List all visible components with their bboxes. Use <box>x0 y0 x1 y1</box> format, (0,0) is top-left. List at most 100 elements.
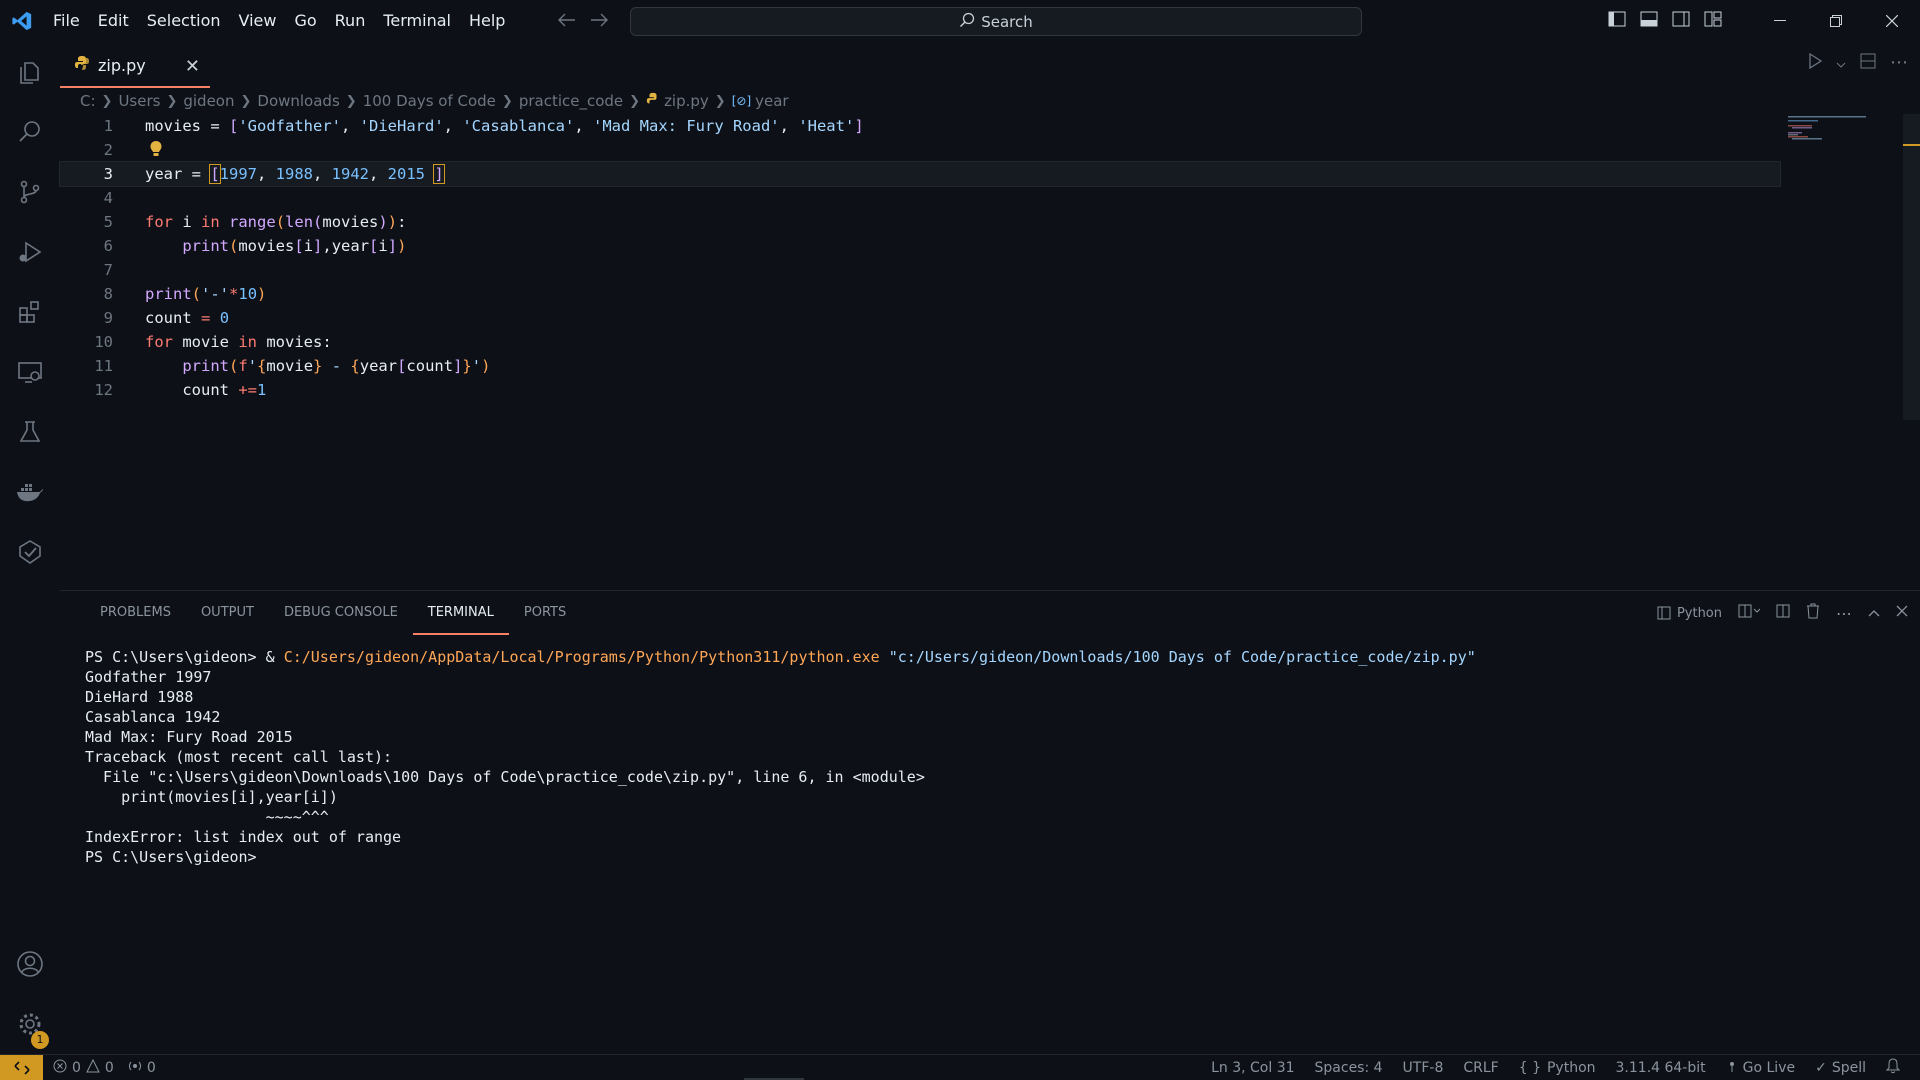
spell-check-button[interactable]: ✓ Spell <box>1815 1060 1866 1076</box>
code-text: count +=1 <box>145 381 267 399</box>
go-live-label: Go Live <box>1742 1060 1796 1076</box>
close-window-button[interactable] <box>1864 0 1920 42</box>
menu-file[interactable]: File <box>44 0 89 42</box>
docker-icon[interactable] <box>0 462 60 522</box>
breadcrumb-item-users[interactable]: Users <box>118 92 160 110</box>
code-editor[interactable]: 1 movies = ['Godfather', 'DieHard', 'Casa… <box>59 114 1920 584</box>
search-icon[interactable] <box>0 102 60 162</box>
bottom-panel: PROBLEMS OUTPUT DEBUG CONSOLE TERMINAL P… <box>60 590 1920 1054</box>
customize-layout-icon[interactable] <box>1704 11 1722 31</box>
tab-output[interactable]: OUTPUT <box>186 591 269 635</box>
run-python-icon[interactable] <box>1808 52 1823 73</box>
menu-edit[interactable]: Edit <box>89 0 138 42</box>
panel-tabs: PROBLEMS OUTPUT DEBUG CONSOLE TERMINAL P… <box>85 591 581 635</box>
menu-bar: File Edit Selection View Go Run Terminal… <box>44 0 514 42</box>
toggle-panel-icon[interactable] <box>1640 11 1658 31</box>
terminal-line: ~~~~^^^ <box>85 808 329 826</box>
line-number: 4 <box>103 189 113 207</box>
remote-explorer-icon[interactable] <box>0 342 60 402</box>
more-actions-icon[interactable]: ⋯ <box>1836 604 1852 623</box>
language-mode[interactable]: { } Python <box>1519 1060 1596 1076</box>
settings-gear-icon[interactable]: 1 <box>0 994 60 1054</box>
testing-icon[interactable] <box>0 402 60 462</box>
command-center-search[interactable]: Search <box>630 7 1362 36</box>
braces-icon: { } <box>1518 1060 1541 1076</box>
terminal-shell-selector[interactable]: Python <box>1657 606 1722 621</box>
breadcrumb-item-gideon[interactable]: gideon <box>183 92 234 110</box>
ports-count: 0 <box>146 1059 156 1076</box>
forward-arrow-icon[interactable] <box>590 12 608 31</box>
breadcrumb-item-practice-code[interactable]: practice_code <box>519 92 623 110</box>
code-line: 12 count +=1 <box>60 378 1780 402</box>
accounts-icon[interactable] <box>0 934 60 994</box>
lightbulb-icon[interactable] <box>149 140 163 162</box>
warning-count: 0 <box>104 1059 114 1076</box>
editor-tab-bar: zip.py ✕ ⋯ <box>60 42 1920 88</box>
explorer-icon[interactable] <box>0 42 60 102</box>
tab-ports[interactable]: PORTS <box>509 591 581 635</box>
line-number: 3 <box>103 165 113 183</box>
python-interpreter[interactable]: 3.11.4 64-bit <box>1616 1060 1706 1076</box>
indentation[interactable]: Spaces: 4 <box>1315 1060 1383 1076</box>
ports-indicator[interactable]: 0 <box>128 1059 156 1077</box>
vscode-logo-icon <box>0 0 44 42</box>
remote-indicator-button[interactable] <box>0 1054 43 1080</box>
menu-selection[interactable]: Selection <box>138 0 230 42</box>
tab-debug-console[interactable]: DEBUG CONSOLE <box>269 591 413 635</box>
breadcrumb-item-symbol[interactable]: year <box>755 92 788 110</box>
maximize-panel-icon[interactable] <box>1868 606 1880 621</box>
panel-actions: Python ⋯ <box>1657 603 1908 623</box>
close-panel-icon[interactable] <box>1896 605 1908 621</box>
back-arrow-icon[interactable] <box>558 12 576 31</box>
toggle-primary-sidebar-icon[interactable] <box>1608 11 1626 31</box>
menu-run[interactable]: Run <box>326 0 375 42</box>
chevron-down-icon[interactable] <box>1836 53 1846 72</box>
trash-icon[interactable] <box>1806 603 1820 623</box>
problems-indicator[interactable]: 0 0 <box>53 1058 114 1077</box>
editor-scrollbar[interactable] <box>1903 114 1920 420</box>
menu-go[interactable]: Go <box>285 0 325 42</box>
broadcast-icon <box>1726 1059 1738 1077</box>
tab-terminal[interactable]: TERMINAL <box>412 591 509 635</box>
encoding[interactable]: UTF-8 <box>1403 1060 1444 1076</box>
menu-terminal[interactable]: Terminal <box>374 0 460 42</box>
go-live-button[interactable]: Go Live <box>1726 1059 1795 1077</box>
terminal-line: File "c:\Users\gideon\Downloads\100 Days… <box>85 768 925 786</box>
minimize-button[interactable] <box>1752 0 1808 42</box>
breadcrumb-item-100-days[interactable]: 100 Days of Code <box>363 92 496 110</box>
restore-button[interactable] <box>1808 0 1864 42</box>
notifications-bell-icon[interactable] <box>1885 1058 1901 1078</box>
code-line: 1 movies = ['Godfather', 'DieHard', 'Casa… <box>60 114 1780 138</box>
toggle-secondary-sidebar-icon[interactable] <box>1672 11 1690 31</box>
terminal-line: Godfather 1997 <box>85 668 212 686</box>
more-actions-icon[interactable]: ⋯ <box>1890 52 1908 73</box>
breadcrumb-item-downloads[interactable]: Downloads <box>257 92 339 110</box>
close-tab-icon[interactable]: ✕ <box>185 56 200 77</box>
code-text: year = [1997, 1988, 1942, 2015 ] <box>145 164 445 184</box>
minimap[interactable] <box>1788 114 1876 154</box>
line-number: 9 <box>103 309 113 327</box>
error-count: 0 <box>72 1059 81 1076</box>
menu-view[interactable]: View <box>230 0 286 42</box>
cursor-position[interactable]: Ln 3, Col 31 <box>1211 1060 1294 1076</box>
breadcrumb-item-drive[interactable]: C: <box>80 92 96 110</box>
run-debug-icon[interactable] <box>0 222 60 282</box>
split-terminal-icon[interactable] <box>1776 604 1790 622</box>
terminal-line: PS C:\Users\gideon> <box>85 848 257 866</box>
terminal-line: Casablanca 1942 <box>85 708 221 726</box>
gitlens-icon[interactable] <box>0 522 60 582</box>
terminal-line: DieHard 1988 <box>85 688 194 706</box>
terminal-output[interactable]: PS C:\Users\gideon> & C:/Users/gideon/Ap… <box>85 647 1476 867</box>
tab-zip-py[interactable]: zip.py ✕ <box>60 42 210 88</box>
source-control-icon[interactable] <box>0 162 60 222</box>
menu-help[interactable]: Help <box>460 0 514 42</box>
activity-bar: 1 <box>0 42 60 1054</box>
code-text: print('-'*10) <box>145 285 267 303</box>
breadcrumb-item-file[interactable]: zip.py <box>664 92 709 110</box>
split-editor-icon[interactable] <box>1860 53 1876 73</box>
line-number: 7 <box>103 261 113 279</box>
extensions-icon[interactable] <box>0 282 60 342</box>
tab-problems[interactable]: PROBLEMS <box>85 591 186 635</box>
line-ending[interactable]: CRLF <box>1463 1060 1498 1076</box>
new-terminal-icon[interactable] <box>1738 604 1761 622</box>
